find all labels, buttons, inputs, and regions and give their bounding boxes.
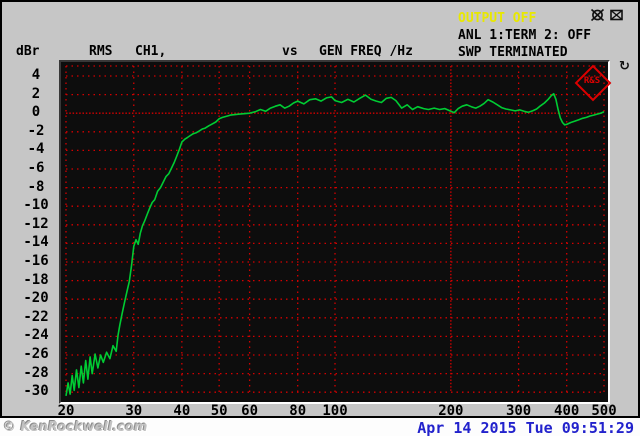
output-status: OUTPUT OFF — [458, 11, 537, 26]
y-tick-label: -10 — [23, 197, 49, 214]
y-unit-label: dBr — [16, 44, 40, 59]
monitor-muted-icon — [590, 8, 605, 22]
x-tick-label: 100 — [322, 403, 348, 419]
y-tick-label: -20 — [23, 290, 49, 307]
y-tick-label: -6 — [27, 160, 45, 176]
x-axis-label: GEN FREQ /Hz — [319, 44, 413, 59]
bottom-strip: © KenRockwell.com Apr 14 2015 Tue 09:51:… — [0, 418, 640, 436]
y-tick-label: -30 — [23, 383, 49, 400]
y-tick-label: -12 — [23, 215, 49, 232]
channel-label: CH1, — [135, 44, 167, 59]
sweep-status: SWP TERMINATED — [458, 45, 568, 60]
datetime-stamp: Apr 14 2015 Tue 09:51:29 — [417, 419, 634, 436]
y-tick-label: -16 — [23, 253, 49, 269]
y-tick-label: 4 — [31, 67, 41, 83]
y-tick-label: -14 — [23, 234, 49, 251]
y-tick-label: -24 — [23, 327, 49, 344]
instrument-screen: dBr RMS CH1, vs GEN FREQ /Hz OUTPUT OFF … — [0, 0, 640, 419]
y-tick-label: -22 — [23, 308, 49, 325]
response-trace — [65, 92, 605, 397]
speaker-muted-icon — [610, 9, 623, 21]
detector-label: RMS — [89, 44, 113, 59]
y-tick-label: -18 — [23, 271, 49, 288]
rs-logo-text: R&S — [583, 76, 601, 86]
y-tick-label: 0 — [31, 104, 41, 121]
y-tick-label: 2 — [31, 85, 41, 102]
y-tick-label: -4 — [27, 141, 45, 158]
rs-logo: R&S — [574, 64, 612, 102]
y-tick-label: -26 — [23, 346, 49, 362]
analyzer-status: ANL 1:TERM 2: OFF — [458, 28, 592, 43]
rotate-icon: ↻ — [619, 59, 630, 74]
vs-label: vs — [282, 44, 298, 59]
status-icons — [590, 8, 624, 22]
x-tick-label: 200 — [438, 403, 464, 419]
analyzer-screenshot: dBr RMS CH1, vs GEN FREQ /Hz OUTPUT OFF … — [0, 0, 640, 436]
y-tick-label: -28 — [23, 364, 49, 381]
y-tick-label: -8 — [27, 178, 45, 195]
frequency-response-chart — [65, 65, 605, 397]
x-tick-label: 500 — [591, 403, 617, 419]
y-tick-label: -2 — [27, 122, 45, 139]
x-tick-label: 20 — [57, 403, 75, 419]
watermark: © KenRockwell.com — [3, 420, 148, 435]
